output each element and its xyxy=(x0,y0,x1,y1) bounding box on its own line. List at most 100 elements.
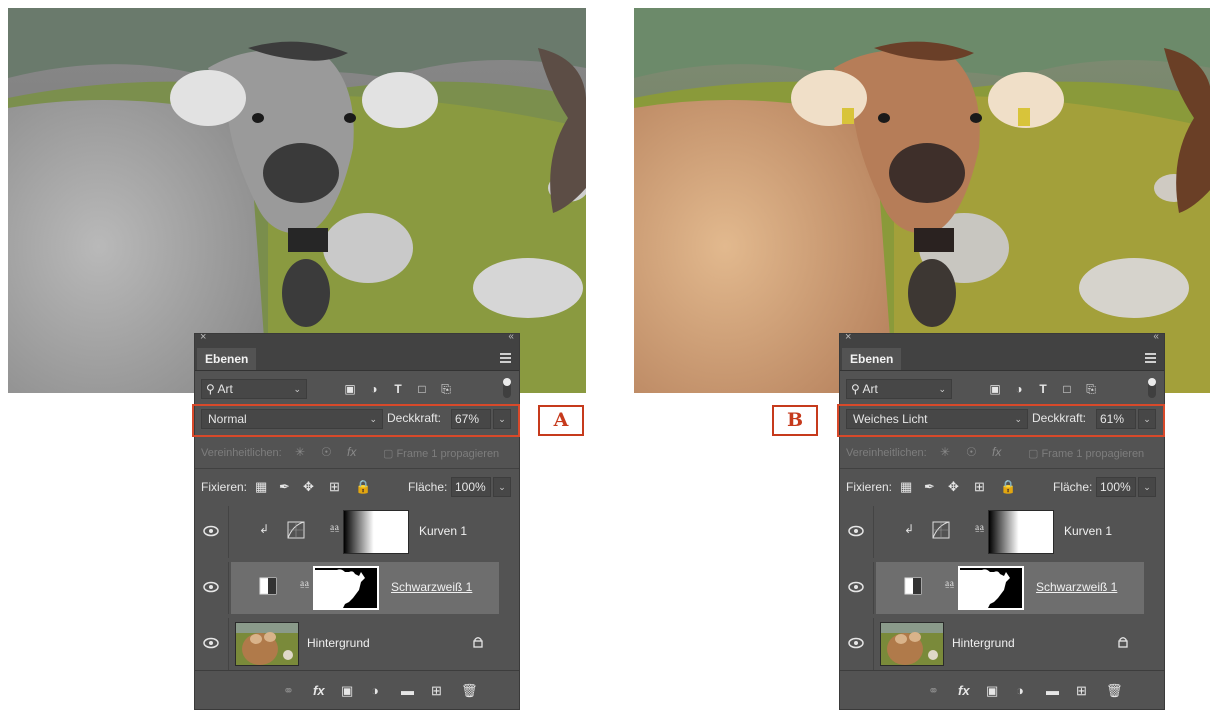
lock-artboard-icon[interactable]: ⊞ xyxy=(974,479,985,495)
link-chain-icon[interactable]: ⎂ xyxy=(974,520,985,537)
layer-body[interactable]: ⎂ Schwarzweiß 1 xyxy=(876,562,1144,614)
callout-label: A xyxy=(538,405,584,436)
layer-body[interactable]: ⎂ Schwarzweiß 1 xyxy=(231,562,499,614)
callout-label: B xyxy=(772,405,818,436)
layer-body[interactable]: Hintergrund xyxy=(231,618,499,670)
type-layer-filter-icon[interactable]: T xyxy=(1036,383,1050,395)
add-layer-mask-icon[interactable]: ▣ xyxy=(986,683,998,699)
black-white-adjustment-icon[interactable] xyxy=(904,577,922,595)
filter-kind-value: Art xyxy=(862,382,878,396)
lock-position-move-icon[interactable]: ✥ xyxy=(303,479,314,495)
collapse-icon[interactable]: ‹‹ xyxy=(508,331,514,342)
black-white-layer-mask[interactable] xyxy=(313,566,379,610)
eye-visibility-icon[interactable] xyxy=(848,580,864,594)
layer-row-schwarzweiss[interactable]: ⎂ Schwarzweiß 1 xyxy=(195,562,519,614)
layer-row-hintergrund[interactable]: Hintergrund xyxy=(840,618,1164,670)
new-layer-icon[interactable]: ⊞ xyxy=(431,683,442,699)
unify-position-icon[interactable]: ✳ xyxy=(295,445,305,459)
black-white-layer-mask[interactable] xyxy=(958,566,1024,610)
curves-adjustment-icon[interactable] xyxy=(287,521,305,539)
lock-artboard-icon[interactable]: ⊞ xyxy=(329,479,340,495)
layer-lock-icon[interactable] xyxy=(473,636,483,648)
layer-row-kurven[interactable]: ↲ ⎂ Kurven 1 xyxy=(195,506,519,558)
eye-visibility-icon[interactable] xyxy=(848,636,864,650)
unify-visibility-icon[interactable]: ☉ xyxy=(321,445,332,459)
add-layer-mask-icon[interactable]: ▣ xyxy=(341,683,353,699)
panel-menu-icon[interactable] xyxy=(500,353,511,365)
lock-pixels-brush-icon[interactable]: ✒ xyxy=(924,479,935,495)
curves-layer-mask[interactable] xyxy=(343,510,409,554)
new-group-folder-icon[interactable]: ▬ xyxy=(1046,683,1059,698)
layer-row-hintergrund[interactable]: Hintergrund xyxy=(195,618,519,670)
link-chain-icon[interactable]: ⎂ xyxy=(299,576,310,593)
link-chain-icon[interactable]: ⎂ xyxy=(329,520,340,537)
close-icon[interactable]: × xyxy=(200,331,206,343)
smart-object-filter-icon[interactable]: ⎘ xyxy=(439,383,453,395)
layer-body[interactable]: ↲ ⎂ Kurven 1 xyxy=(876,506,1144,558)
layer-name: Kurven 1 xyxy=(1064,524,1113,538)
eye-visibility-icon[interactable] xyxy=(203,636,219,650)
new-layer-icon[interactable]: ⊞ xyxy=(1076,683,1087,699)
layer-body[interactable]: ↲ ⎂ Kurven 1 xyxy=(231,506,499,558)
type-layer-filter-icon[interactable]: T xyxy=(391,383,405,395)
shape-layer-filter-icon[interactable]: □ xyxy=(415,383,429,395)
new-adjustment-layer-icon[interactable]: ◑ xyxy=(1016,683,1024,698)
eye-visibility-icon[interactable] xyxy=(848,524,864,538)
fill-field[interactable]: 100% xyxy=(1096,477,1136,497)
collapse-icon[interactable]: ‹‹ xyxy=(1153,331,1159,342)
fill-dropdown-button[interactable]: ⌄ xyxy=(493,477,511,497)
link-layers-icon[interactable]: ⚭ xyxy=(928,683,939,699)
close-icon[interactable]: × xyxy=(845,331,851,343)
eye-visibility-icon[interactable] xyxy=(203,524,219,538)
panel-tabbar: Ebenen xyxy=(840,346,1164,371)
adjustment-layer-filter-icon[interactable]: ◑ xyxy=(1012,383,1026,395)
adjustment-layer-filter-icon[interactable]: ◑ xyxy=(367,383,381,395)
lock-pixels-brush-icon[interactable]: ✒ xyxy=(279,479,290,495)
layer-filter-bar: ⚲ Art ⌄ ▣ ◑ T □ ⎘ xyxy=(840,374,1164,402)
propagate-frame-checkbox[interactable]: ▢ Frame 1 propagieren xyxy=(383,447,499,460)
panel-menu-icon[interactable] xyxy=(1145,353,1156,365)
lock-all-icon[interactable]: 🔒 xyxy=(355,479,371,495)
tab-ebenen[interactable]: Ebenen xyxy=(842,348,902,370)
lock-transparency-icon[interactable]: ▦ xyxy=(900,479,912,495)
layer-row-kurven[interactable]: ↲ ⎂ Kurven 1 xyxy=(840,506,1164,558)
unify-style-icon[interactable]: fx xyxy=(347,445,356,459)
link-layers-icon[interactable]: ⚭ xyxy=(283,683,294,699)
lock-all-icon[interactable]: 🔒 xyxy=(1000,479,1016,495)
background-layer-thumbnail[interactable] xyxy=(880,622,944,666)
unify-style-icon[interactable]: fx xyxy=(992,445,1001,459)
chevron-down-icon: ⌄ xyxy=(293,384,301,394)
pixel-layer-filter-icon[interactable]: ▣ xyxy=(343,383,357,395)
layer-lock-icon[interactable] xyxy=(1118,636,1128,648)
layer-body[interactable]: Hintergrund xyxy=(876,618,1144,670)
eye-visibility-icon[interactable] xyxy=(203,580,219,594)
layer-row-schwarzweiss[interactable]: ⎂ Schwarzweiß 1 xyxy=(840,562,1164,614)
link-chain-icon[interactable]: ⎂ xyxy=(944,576,955,593)
filter-kind-select[interactable]: ⚲ Art ⌄ xyxy=(846,379,952,399)
curves-adjustment-icon[interactable] xyxy=(932,521,950,539)
add-layer-style-fx-icon[interactable]: fx xyxy=(958,683,970,698)
background-layer-thumbnail[interactable] xyxy=(235,622,299,666)
tab-ebenen[interactable]: Ebenen xyxy=(197,348,257,370)
filter-toggle-switch[interactable] xyxy=(1148,378,1156,398)
unify-position-icon[interactable]: ✳ xyxy=(940,445,950,459)
propagate-frame-checkbox[interactable]: ▢ Frame 1 propagieren xyxy=(1028,447,1144,460)
pixel-layer-filter-icon[interactable]: ▣ xyxy=(988,383,1002,395)
lock-position-move-icon[interactable]: ✥ xyxy=(948,479,959,495)
black-white-adjustment-icon[interactable] xyxy=(259,577,277,595)
filter-toggle-switch[interactable] xyxy=(503,378,511,398)
add-layer-style-fx-icon[interactable]: fx xyxy=(313,683,325,698)
lock-transparency-icon[interactable]: ▦ xyxy=(255,479,267,495)
filter-kind-select[interactable]: ⚲ Art ⌄ xyxy=(201,379,307,399)
delete-layer-trash-icon[interactable]: 🗑 xyxy=(1106,683,1123,699)
new-group-folder-icon[interactable]: ▬ xyxy=(401,683,414,698)
new-adjustment-layer-icon[interactable]: ◑ xyxy=(371,683,379,698)
fill-field[interactable]: 100% xyxy=(451,477,491,497)
blend-highlight-frame xyxy=(192,404,520,437)
fill-dropdown-button[interactable]: ⌄ xyxy=(1138,477,1156,497)
unify-visibility-icon[interactable]: ☉ xyxy=(966,445,977,459)
shape-layer-filter-icon[interactable]: □ xyxy=(1060,383,1074,395)
smart-object-filter-icon[interactable]: ⎘ xyxy=(1084,383,1098,395)
delete-layer-trash-icon[interactable]: 🗑 xyxy=(461,683,478,699)
curves-layer-mask[interactable] xyxy=(988,510,1054,554)
